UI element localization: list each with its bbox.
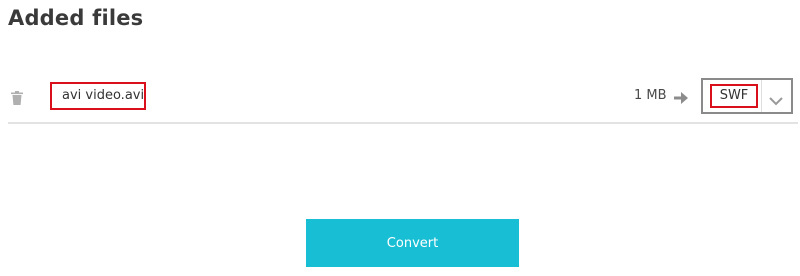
format-value: SWF — [710, 84, 758, 108]
arrow-right-icon — [674, 89, 688, 104]
chevron-down-icon[interactable] — [769, 91, 783, 106]
page-title: Added files — [8, 6, 144, 30]
format-select[interactable]: SWF — [701, 78, 793, 114]
file-name: avi video.avi — [50, 82, 146, 110]
trash-icon[interactable] — [11, 90, 23, 105]
file-size: 1 MB — [634, 88, 667, 103]
select-divider — [761, 80, 762, 112]
file-row: avi video.avi 1 MB SWF — [8, 70, 798, 124]
convert-button[interactable]: Convert — [306, 219, 519, 267]
